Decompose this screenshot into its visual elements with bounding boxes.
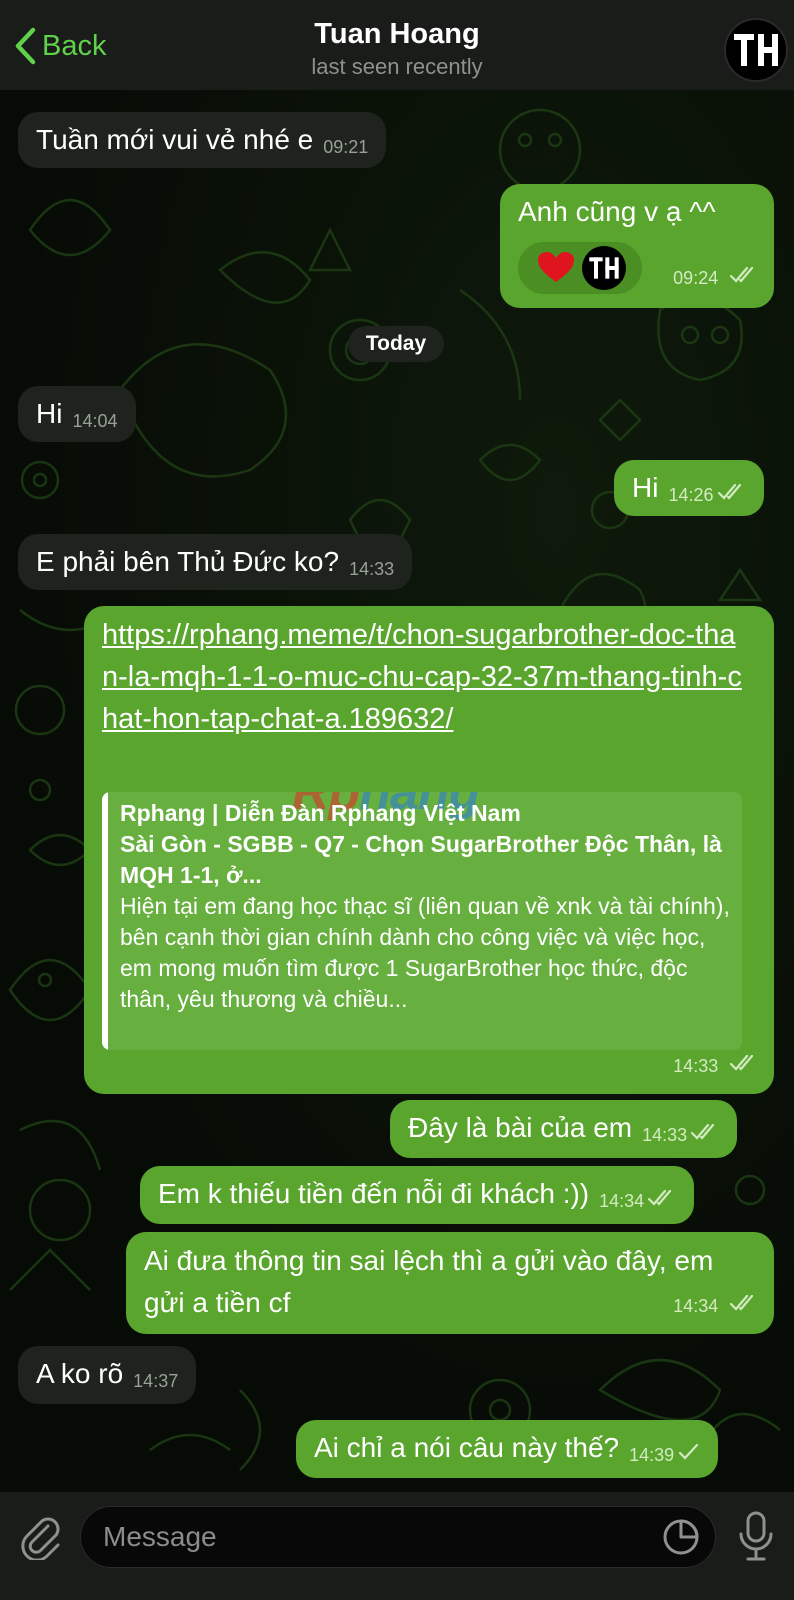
message-bubble-outgoing[interactable]: Ai đưa thông tin sai lệch thì a gửi vào … (126, 1232, 774, 1334)
microphone-icon[interactable] (736, 1510, 776, 1562)
message-time: 14:37 (133, 1371, 179, 1391)
message-text: Tuần mới vui vẻ nhé e (36, 124, 314, 155)
chat-header: Back Tuan Hoang last seen recently (0, 0, 794, 90)
message-time: 14:33 (673, 1056, 719, 1076)
check-icon (679, 1443, 699, 1460)
message-time: 14:39 (629, 1445, 675, 1465)
double-check-icon (691, 1123, 715, 1140)
message-bubble-incoming[interactable]: Tuần mới vui vẻ nhé e 09:21 (18, 112, 387, 168)
th-logo-icon (734, 34, 778, 66)
preview-description: Hiện tại em đang học thạc sĩ (liên quan … (120, 893, 730, 1012)
date-separator: Today (348, 326, 444, 362)
double-check-icon (730, 1054, 754, 1071)
double-check-icon (648, 1189, 672, 1206)
message-text: Đây là bài của em (408, 1112, 633, 1143)
preview-accent-bar (102, 792, 108, 1050)
message-bubble-outgoing[interactable]: Hi 14:26 (614, 460, 764, 516)
message-text: Hi (632, 472, 659, 503)
preview-title: Sài Gòn - SGBB - Q7 - Chọn SugarBrother … (120, 831, 722, 888)
avatar[interactable] (724, 18, 788, 82)
message-text: Anh cũng v ạ ^^ (518, 196, 716, 227)
message-time: 14:33 (642, 1125, 688, 1145)
contact-name[interactable]: Tuan Hoang (0, 18, 794, 51)
message-time: 14:34 (599, 1191, 645, 1211)
message-text: E phải bên Thủ Đức ko? (36, 546, 340, 577)
contact-status: last seen recently (311, 54, 483, 79)
preview-site-name: Rphang | Diễn Đàn Rphang Việt Nam (120, 800, 521, 826)
double-check-icon (730, 1294, 754, 1311)
message-text: A ko rõ (36, 1358, 124, 1389)
message-time: 14:26 (668, 485, 714, 505)
sticker-icon[interactable] (662, 1518, 700, 1556)
paperclip-icon[interactable] (18, 1514, 64, 1560)
message-time: 14:34 (673, 1296, 719, 1316)
message-time: 09:24 (673, 268, 719, 288)
message-time: 14:04 (72, 411, 118, 431)
heart-icon (538, 252, 574, 282)
message-bubble-outgoing[interactable]: Em k thiếu tiền đến nỗi đi khách :)) 14:3… (140, 1166, 695, 1224)
message-bubble-outgoing[interactable]: Anh cũng v ạ ^^ 09:24 (500, 184, 774, 308)
message-time: 14:33 (349, 559, 395, 579)
message-time: 09:21 (323, 137, 369, 157)
double-check-icon (730, 266, 754, 283)
message-text: Em k thiếu tiền đến nỗi đi khách :)) (158, 1178, 590, 1209)
message-text: Ai chỉ a nói câu này thế? (314, 1432, 620, 1463)
message-bubble-incoming[interactable]: Hi 14:04 (18, 386, 136, 442)
composer-bar (0, 1492, 794, 1600)
message-bubble-incoming[interactable]: A ko rõ 14:37 (18, 1346, 197, 1404)
reactor-avatar (582, 246, 626, 290)
message-input[interactable] (80, 1506, 716, 1568)
th-logo-icon (589, 257, 619, 279)
reaction-chip[interactable] (518, 242, 642, 294)
link-preview[interactable]: Rphang Rphang | Diễn Đàn Rphang Việt Nam… (102, 792, 742, 1050)
message-link[interactable]: https://rphang.meme/t/chon-sugarbrother-… (102, 619, 742, 735)
message-bubble-link[interactable]: https://rphang.meme/t/chon-sugarbrother-… (84, 606, 774, 1094)
message-bubble-incoming[interactable]: E phải bên Thủ Đức ko? 14:33 (18, 534, 413, 590)
message-text: Hi (36, 398, 63, 429)
message-bubble-outgoing[interactable]: Đây là bài của em 14:33 (390, 1100, 738, 1158)
double-check-icon (717, 483, 741, 500)
message-bubble-outgoing[interactable]: Ai chỉ a nói câu này thế? 14:39 (296, 1420, 719, 1478)
